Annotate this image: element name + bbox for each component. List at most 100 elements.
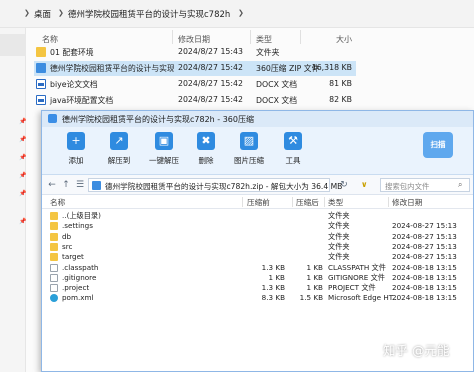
title-bar[interactable]: 德州学院校园租赁平台的设计与实现c782h - 360压缩 <box>42 111 473 127</box>
column-header-type[interactable]: 类型 <box>328 197 343 208</box>
item-type: PROJECT 文件 <box>328 283 376 293</box>
image-compress-button[interactable]: ▨ 图片压缩 <box>229 131 269 171</box>
list-item[interactable]: .gitignore 1 KB 1 KB GITIGNORE 文件 2024-0… <box>42 272 473 283</box>
tools-button[interactable]: ⚒ 工具 <box>273 131 313 171</box>
item-original-size: 1.3 KB <box>261 262 285 272</box>
column-divider[interactable] <box>292 197 293 207</box>
item-name: ..(上级目录) <box>62 211 101 220</box>
column-divider[interactable] <box>324 197 325 207</box>
parent-folder-icon <box>50 212 58 220</box>
item-type: 文件夹 <box>328 211 350 220</box>
address-text: 德州学院校园租赁平台的设计与实现c782h.zip - 解包大小为 36.4 M… <box>105 182 343 191</box>
address-bar: ← ↑ ☰ 德州学院校园租赁平台的设计与实现c782h.zip - 解包大小为 … <box>42 175 473 195</box>
item-date: 2024-08-27 15:13 <box>392 252 457 262</box>
word-document-icon <box>36 95 46 105</box>
file-name: java环境配置文档 <box>50 96 114 105</box>
back-icon[interactable]: ← <box>46 179 58 191</box>
column-header-name[interactable]: 名称 <box>50 197 65 208</box>
file-name: 德州学院校园租赁平台的设计与实现c782h.zip <box>50 64 174 73</box>
item-name: target <box>62 252 84 262</box>
file-row[interactable]: biye论文文档 2024/8/27 15:42 DOCX 文档 81 KB <box>34 77 356 92</box>
file-date: 2024/8/27 15:43 <box>178 47 243 56</box>
folder-icon <box>36 47 46 57</box>
delete-button[interactable]: ✖ 删除 <box>186 131 226 171</box>
watermark: 知乎 @元能 <box>383 343 450 358</box>
extract-to-button[interactable]: ↗ 解压到 <box>99 131 139 171</box>
view-icon[interactable]: ☰ <box>74 179 86 191</box>
zip-icon <box>36 63 46 73</box>
column-header-date[interactable]: 修改日期 <box>178 34 210 45</box>
add-icon: + <box>67 132 85 150</box>
pin-icon: 📌 <box>19 190 27 197</box>
column-divider[interactable] <box>242 197 243 207</box>
tools-icon: ⚒ <box>284 132 302 150</box>
column-divider[interactable] <box>388 197 389 207</box>
list-item[interactable]: src 文件夹 2024-08-27 15:13 <box>42 241 473 252</box>
up-folder-icon[interactable]: ↑ <box>60 179 72 191</box>
list-item[interactable]: ..(上级目录) 文件夹 <box>42 211 473 221</box>
column-divider[interactable] <box>172 30 173 44</box>
list-item[interactable]: .project 1.3 KB 1 KB PROJECT 文件 2024-08-… <box>42 283 473 293</box>
list-item[interactable]: .classpath 1.3 KB 1 KB CLASSPATH 文件 2024… <box>42 262 473 273</box>
column-header-compressed-size[interactable]: 压缩后 <box>296 197 319 208</box>
one-click-extract-icon: ▣ <box>155 132 173 150</box>
item-date: 2024-08-18 13:15 <box>392 293 457 303</box>
item-original-size: 8.3 KB <box>261 293 285 303</box>
file-row-selected[interactable]: 德州学院校园租赁平台的设计与实现c782h.zip 2024/8/27 15:4… <box>34 61 356 76</box>
item-type: 文件夹 <box>328 252 350 262</box>
list-item[interactable]: pom.xml 8.3 KB 1.5 KB Microsoft Edge HT.… <box>42 293 473 303</box>
extract-to-label: 解压到 <box>107 156 131 165</box>
column-header-original-size[interactable]: 压缩前 <box>247 197 270 208</box>
extract-icon: ↗ <box>110 132 128 150</box>
column-header-type[interactable]: 类型 <box>256 34 272 45</box>
pin-icon: 📌 <box>19 136 27 143</box>
file-size: 81 KB <box>329 79 352 88</box>
image-compress-label: 图片压缩 <box>234 156 264 165</box>
address-field[interactable]: 德州学院校园租赁平台的设计与实现c782h.zip - 解包大小为 36.4 M… <box>88 178 368 192</box>
archive-window: 德州学院校园租赁平台的设计与实现c782h - 360压缩 + 添加 ↗ 解压到… <box>41 110 474 372</box>
one-click-extract-button[interactable]: ▣ 一键解压 <box>144 131 184 171</box>
chevron-right-icon: ❯ <box>238 9 244 17</box>
item-type: GITIGNORE 文件 <box>328 272 385 282</box>
item-date: 2024-08-27 15:13 <box>392 241 457 251</box>
file-size: 16,318 KB <box>311 63 352 72</box>
item-name: .project <box>62 283 90 293</box>
search-input[interactable]: 搜索包内文件 ⌕ <box>380 178 470 192</box>
item-name: .classpath <box>62 262 99 272</box>
chevron-right-icon: ❯ <box>24 9 30 17</box>
list-item[interactable]: db 文件夹 2024-08-27 15:13 <box>42 231 473 242</box>
file-type: 360压缩 ZIP 文件 <box>256 64 320 73</box>
folder-icon <box>50 232 58 241</box>
breadcrumb: ❯ 桌面 ❯ 德州学院校园租赁平台的设计与实现c782h ❯ <box>0 0 474 28</box>
file-row[interactable]: 01 配套环境 2024/8/27 15:43 文件夹 <box>34 45 356 60</box>
item-name: src <box>62 241 73 251</box>
app-logo-icon <box>48 114 57 123</box>
item-date: 2024-08-18 13:15 <box>392 262 457 272</box>
add-button[interactable]: + 添加 <box>56 131 96 171</box>
file-row[interactable]: java环境配置文档 2024/8/27 15:42 DOCX 文档 82 KB <box>34 93 356 108</box>
item-type: 文件夹 <box>328 231 350 241</box>
breadcrumb-item-desktop[interactable]: 桌面 <box>34 8 51 20</box>
scan-button[interactable]: 扫描 <box>423 132 453 158</box>
file-date: 2024/8/27 15:42 <box>178 79 243 88</box>
column-header-size[interactable]: 大小 <box>336 34 352 45</box>
file-date: 2024/8/27 15:42 <box>178 63 243 72</box>
item-date: 2024-08-27 15:13 <box>392 221 457 231</box>
delete-label: 删除 <box>198 156 214 165</box>
column-divider[interactable] <box>300 30 301 44</box>
column-header-name[interactable]: 名称 <box>42 34 58 45</box>
column-divider[interactable] <box>250 30 251 44</box>
file-icon <box>50 273 58 282</box>
list-item[interactable]: .settings 文件夹 2024-08-27 15:13 <box>42 221 473 231</box>
item-date: 2024-08-18 13:15 <box>392 272 457 282</box>
file-size: 82 KB <box>329 95 352 104</box>
column-header-modified[interactable]: 修改日期 <box>392 197 422 208</box>
chevron-down-icon[interactable]: ∨ <box>361 180 368 189</box>
file-name: biye论文文档 <box>50 80 98 89</box>
breadcrumb-item-folder[interactable]: 德州学院校园租赁平台的设计与实现c782h <box>68 8 230 20</box>
nav-item-selected[interactable] <box>0 34 26 56</box>
search-placeholder: 搜索包内文件 <box>385 182 430 191</box>
search-icon[interactable]: ⌕ <box>458 180 462 190</box>
list-item[interactable]: target 文件夹 2024-08-27 15:13 <box>42 252 473 262</box>
refresh-icon[interactable]: ↻ <box>338 179 350 191</box>
